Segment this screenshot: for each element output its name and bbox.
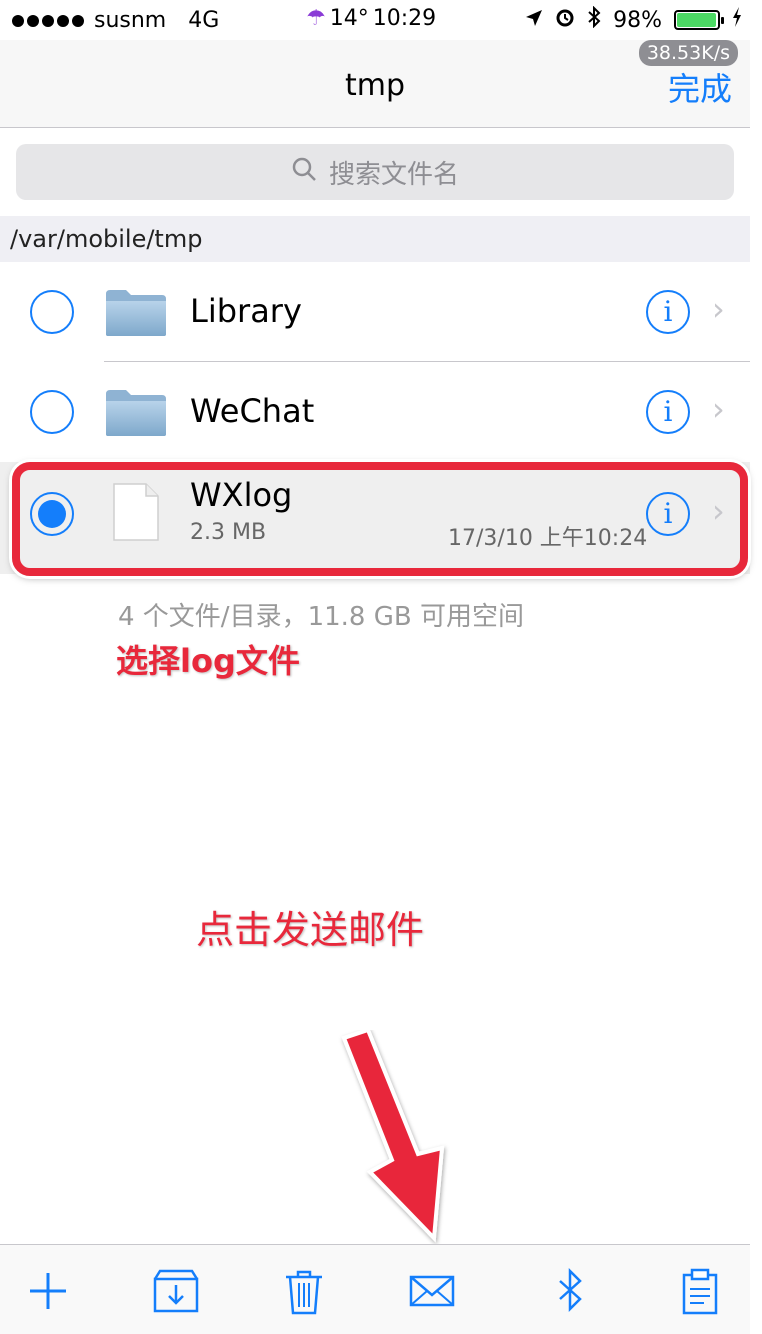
mail-icon[interactable]: [408, 1267, 456, 1315]
battery-icon: [674, 10, 724, 30]
annotation-select-log: 选择log文件: [116, 642, 300, 680]
status-time: 10:29: [372, 6, 437, 31]
status-center: ☂ 14° 10:29: [306, 6, 436, 31]
file-name: WXlog: [190, 476, 293, 514]
document-icon: [113, 483, 159, 541]
alarm-clock-icon: [555, 7, 575, 33]
charging-bolt-icon: [732, 7, 742, 33]
network-type: 4G: [188, 8, 220, 33]
import-icon[interactable]: [152, 1267, 200, 1315]
weather-temp: 14°: [329, 6, 369, 31]
status-right: 98%: [525, 5, 742, 34]
file-name: Library: [190, 292, 302, 330]
location-arrow-icon: [525, 8, 543, 33]
bluetooth-icon[interactable]: [546, 1267, 594, 1315]
list-item-selected[interactable]: WXlog 2.3 MB 17/3/10 上午10:24 i ›: [0, 462, 750, 574]
annotation-arrow-icon: [341, 1030, 445, 1243]
plus-icon[interactable]: [24, 1267, 72, 1315]
file-size: 2.3 MB: [190, 520, 267, 545]
chevron-right-icon: ›: [712, 390, 725, 428]
navigation-bar: 38.53K/s tmp 完成: [0, 40, 750, 128]
weather-umbrella-icon: ☂: [306, 6, 326, 31]
bluetooth-status-icon: [587, 5, 601, 34]
file-name: WeChat: [190, 392, 315, 430]
select-radio[interactable]: [30, 290, 74, 334]
search-input[interactable]: 搜索文件名: [16, 144, 734, 200]
done-button[interactable]: 完成: [668, 64, 732, 110]
network-speed-badge: 38.53K/s: [638, 40, 738, 66]
folder-icon: [106, 390, 166, 436]
info-icon[interactable]: i: [646, 290, 690, 334]
list-item[interactable]: WeChat i ›: [0, 362, 750, 462]
carrier-name: susnm: [94, 8, 167, 33]
bottom-toolbar: [0, 1244, 750, 1334]
folder-icon: [106, 290, 166, 336]
search-area: 搜索文件名: [0, 128, 750, 216]
chevron-right-icon: ›: [712, 492, 725, 530]
page-title: tmp: [344, 68, 406, 103]
status-left: susnm 4G: [12, 8, 219, 33]
file-date: 17/3/10 上午10:24: [448, 526, 648, 551]
signal-dots-icon: [12, 14, 84, 27]
chevron-right-icon: ›: [712, 290, 725, 328]
list-item[interactable]: Library i ›: [0, 262, 750, 362]
storage-info: 4 个文件/目录，11.8 GB 可用空间: [118, 602, 524, 632]
select-radio-checked[interactable]: [30, 492, 74, 536]
info-icon[interactable]: i: [646, 492, 690, 536]
annotation-tap-send-mail: 点击发送邮件: [195, 908, 424, 952]
status-bar: susnm 4G ☂ 14° 10:29 98%: [0, 0, 750, 40]
current-path: /var/mobile/tmp: [0, 216, 750, 262]
battery-percent: 98%: [613, 7, 662, 33]
trash-icon[interactable]: [280, 1267, 328, 1315]
search-placeholder: 搜索文件名: [328, 159, 459, 190]
select-radio[interactable]: [30, 390, 74, 434]
clipboard-icon[interactable]: [676, 1267, 724, 1315]
file-browser-screen: susnm 4G ☂ 14° 10:29 98% 38.53K/s tmp 完成…: [0, 0, 762, 1334]
info-icon[interactable]: i: [646, 390, 690, 434]
search-icon: [291, 156, 317, 189]
